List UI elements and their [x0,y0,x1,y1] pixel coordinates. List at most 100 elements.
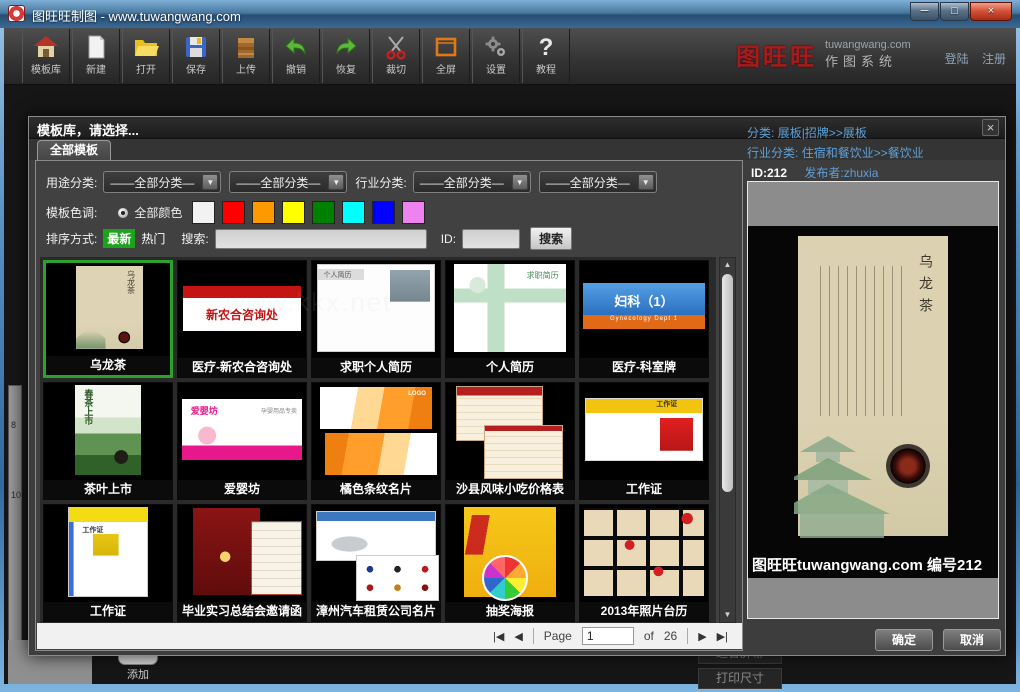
cancel-button[interactable]: 取消 [943,629,1001,651]
color-swatch[interactable] [252,201,275,224]
template-grid: 乌龙茶乌龙茶新农合咨询处医疗-新农合咨询处个人简历求职个人简历求职简历个人简历妇… [40,257,716,623]
thumbnail-inner-text: 个人简历 [324,270,352,280]
template-thumbnail[interactable]: 工作证工作证 [43,504,173,622]
template-thumbnail[interactable]: 妇科（1）Gynecology Dept 1医疗-科室牌 [579,260,709,378]
scrollbar-thumb[interactable] [722,274,733,492]
industry-category-label: 行业分类: [355,174,406,191]
color-swatch[interactable] [312,201,335,224]
industry-value: 住宿和餐饮业>>餐饮业 [802,146,924,160]
last-page-button[interactable]: ▶| [717,630,728,643]
color-swatch[interactable] [342,201,365,224]
chevron-down-icon: ▼ [512,174,528,190]
scroll-down-icon[interactable]: ▼ [720,608,735,622]
register-link[interactable]: 注册 [982,52,1006,66]
redo-button[interactable]: 恢复 [322,29,370,83]
chevron-down-icon: ▼ [328,174,344,190]
svg-text:?: ? [539,34,554,60]
industry-category-select-1[interactable]: ——全部分类— ▼ [413,171,531,193]
fullscreen-icon [433,34,459,60]
settings-button[interactable]: 设置 [472,29,520,83]
minimize-button[interactable]: ─ [910,2,939,21]
window-content: 模板库 新建 打开 保存 上传 撤销 [4,28,1016,684]
close-button[interactable]: × [970,2,1012,21]
search-input[interactable] [215,229,427,249]
thumbnail-image [446,383,574,480]
toolbar-button-label: 裁切 [373,61,419,76]
upload-button[interactable]: 上传 [222,29,270,83]
settings-icon [483,34,509,60]
maximize-button[interactable]: □ [940,2,969,21]
select-value: ——全部分类— [110,174,194,191]
template-library-dialog: 模板库，请选择... × 全部模板 用途分类: ——全部分类— ▼ [28,116,1006,656]
thumbnail-image: 工作证 [44,505,172,602]
color-swatch[interactable] [282,201,305,224]
fullscreen-button[interactable]: 全屏 [422,29,470,83]
thumbnail-label: 个人简历 [446,358,574,377]
template-thumbnail[interactable]: 毕业实习总结会邀请函 [177,504,307,622]
thumbnail-label: 茶叶上市 [44,480,172,499]
thumbnail-inner-text: 孕婴用品专卖 [261,406,297,415]
page-label: Page [544,629,572,643]
color-swatch[interactable] [372,201,395,224]
thumbnail-label: 医疗-科室牌 [580,358,708,377]
color-swatch[interactable] [192,201,215,224]
help-button[interactable]: ? 教程 [522,29,570,83]
template-thumbnail[interactable]: 乌龙茶乌龙茶 [43,260,173,378]
sort-newest-toggle[interactable]: 最新 [103,229,135,248]
preview-scroll-paper: 乌龙茶 [798,236,948,536]
thumbnail-inner-text: 乌龙茶 [126,270,137,294]
color-swatch[interactable] [402,201,425,224]
template-thumbnail[interactable]: 漳州汽车租赁公司名片 [311,504,441,622]
preview-caption: 图旺旺tuwangwang.com 编号212 [752,554,982,575]
template-thumbnail[interactable]: 春茶上市茶叶上市 [43,382,173,500]
chevron-down-icon: ▼ [202,174,218,190]
color-swatch[interactable] [222,201,245,224]
search-button[interactable]: 搜索 [530,227,572,250]
next-page-button[interactable]: ▶ [698,630,706,643]
undo-button[interactable]: 撤销 [272,29,320,83]
usage-category-select-1[interactable]: ——全部分类— ▼ [103,171,221,193]
crop-icon [383,34,409,60]
id-input[interactable] [462,229,520,249]
ok-button[interactable]: 确定 [875,629,933,651]
first-page-button[interactable]: |◀ [493,630,504,643]
new-file-button[interactable]: 新建 [72,29,120,83]
save-button[interactable]: 保存 [172,29,220,83]
all-colors-radio[interactable] [117,207,129,219]
template-library-button[interactable]: 模板库 [22,29,70,83]
template-thumbnail[interactable]: 求职简历个人简历 [445,260,575,378]
brand-area: 图旺旺 tuwangwang.com 作图系统 [736,37,911,72]
grid-scrollbar[interactable]: ▲ ▼ [719,257,736,623]
template-thumbnail[interactable]: 2013年照片台历 [579,504,709,622]
usage-category-select-2[interactable]: ——全部分类— ▼ [229,171,347,193]
template-thumbnail[interactable]: 新农合咨询处医疗-新农合咨询处 [177,260,307,378]
template-thumbnail[interactable]: 爱婴坊孕婴用品专卖爱婴坊 [177,382,307,500]
thumbnail-image: 新农合咨询处 [178,261,306,358]
prev-page-button[interactable]: ◀ [514,630,522,643]
industry-category-select-2[interactable]: ——全部分类— ▼ [539,171,657,193]
template-thumbnail[interactable]: 沙县风味小吃价格表 [445,382,575,500]
thumbnail-inner-text: 求职简历 [527,270,559,281]
template-thumbnail[interactable]: 工作证工作证 [579,382,709,500]
select-value: ——全部分类— [420,174,504,191]
add-tool-label: 添加 [114,666,162,682]
preview-canvas: 乌龙茶 图旺旺tuwang [748,226,998,578]
open-button[interactable]: 打开 [122,29,170,83]
template-thumbnail[interactable]: LOGO橘色条纹名片 [311,382,441,500]
page-number-input[interactable] [582,627,634,645]
thumbnail-image: 工作证 [580,383,708,480]
template-thumbnail[interactable]: 个人简历求职个人简历 [311,260,441,378]
print-size-button[interactable]: 打印尺寸 [698,668,782,689]
template-thumbnail[interactable]: 抽奖海报 [445,504,575,622]
crop-button[interactable]: 裁切 [372,29,420,83]
toolbar-button-label: 设置 [473,61,519,76]
scroll-up-icon[interactable]: ▲ [720,258,735,272]
sort-hot-toggle[interactable]: 热门 [141,230,165,247]
of-label: of [644,629,654,643]
login-link[interactable]: 登陆 [945,52,969,66]
thumbnail-inner-text: 妇科（1） [580,291,708,310]
dialog-title: 模板库，请选择... [37,120,139,139]
tab-all-templates[interactable]: 全部模板 [37,140,111,160]
chevron-down-icon: ▼ [638,174,654,190]
thumbnail-label: 工作证 [44,602,172,621]
